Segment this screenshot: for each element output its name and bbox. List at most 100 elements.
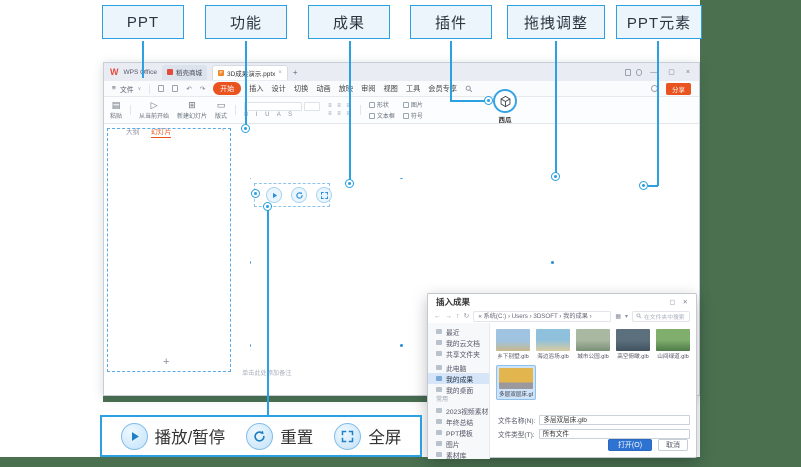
sidebar-item-recent[interactable]: 最近 <box>428 326 489 337</box>
textbox-icon <box>369 113 375 119</box>
file-item[interactable]: 乡下别墅.glb <box>496 329 530 360</box>
plugin-button[interactable] <box>493 89 517 113</box>
file-item[interactable]: 高空俯瞰.glb <box>616 329 650 360</box>
filename-input[interactable]: 多层双层床.glb <box>539 415 690 425</box>
refresh-icon[interactable]: ↻ <box>464 312 470 320</box>
menu-tab-view[interactable]: 视图 <box>383 84 397 94</box>
picture-button[interactable]: 图片 <box>403 100 423 109</box>
back-icon[interactable]: ← <box>434 313 441 320</box>
maximize-button[interactable]: ▢ <box>665 68 678 76</box>
folder-icon <box>436 408 442 413</box>
sidebar-item-summary[interactable]: 年终总结 <box>428 416 489 427</box>
undo-icon[interactable]: ↶ <box>186 85 191 93</box>
menu-tab-slideshow[interactable]: 放映 <box>339 84 353 94</box>
file-item[interactable]: 城市公园.glb <box>576 329 610 360</box>
menu-tab-tools[interactable]: 工具 <box>406 84 420 94</box>
forward-icon[interactable]: → <box>445 313 452 320</box>
dialog-search-box[interactable]: 在文件夹中搜索 <box>632 311 690 322</box>
redo-icon[interactable]: ↷ <box>200 85 205 93</box>
callout-plugin-label: 插件 <box>435 12 467 33</box>
tab-store[interactable]: 稻壳商城 <box>162 65 207 80</box>
print-icon[interactable] <box>172 85 178 92</box>
store-tab-label: 稻壳商城 <box>176 67 202 77</box>
menu-tab-home[interactable]: 开始 <box>213 82 241 95</box>
file-menu[interactable]: 文件 <box>120 84 134 94</box>
share-button[interactable]: 分享 <box>666 83 691 95</box>
breadcrumb[interactable]: « 系统(C:) › Users › 3DSOFT › 我的成果 › <box>473 311 611 322</box>
layout-button[interactable]: ▭ 版式 <box>215 100 227 120</box>
paste-button[interactable]: ▤ 粘贴 <box>110 100 122 120</box>
sidebar-item-assets[interactable]: 素材库 <box>428 449 489 459</box>
callout-drag: 拖拽调整 <box>507 5 605 39</box>
fullscreen-button[interactable] <box>316 187 332 203</box>
play-icon <box>270 191 279 200</box>
folder-icon <box>436 441 442 446</box>
play-from-current-button[interactable]: ▷ 从当前开始 <box>139 100 169 120</box>
file-item-selected[interactable]: 多层双层床.glb <box>496 365 536 400</box>
view-mode-icon[interactable]: ▦ <box>615 313 621 320</box>
sidebar-item-desktop[interactable]: 我的桌面 <box>428 384 489 395</box>
new-tab-button[interactable]: + <box>293 68 298 77</box>
filetype-dropdown[interactable]: 所有文件 <box>539 429 690 439</box>
file-thumbnail <box>536 329 570 351</box>
sidebar-item-my-results[interactable]: 我的成果 <box>428 373 489 384</box>
callout-plugin: 插件 <box>410 5 492 39</box>
filetype-label: 文件类型(T): <box>498 429 535 439</box>
wps-logo: W <box>110 67 119 77</box>
view-caret-icon[interactable]: ▾ <box>625 313 628 320</box>
sidebar-item-templates[interactable]: PPT模板 <box>428 427 489 438</box>
menu-tab-animation[interactable]: 动画 <box>316 84 330 94</box>
dialog-maximize-icon[interactable]: ▢ <box>669 298 675 306</box>
folder-icon <box>436 452 442 457</box>
dialog-toolbar: ← → ↑ ↻ « 系统(C:) › Users › 3DSOFT › 我的成果… <box>428 309 696 323</box>
textbox-button[interactable]: 文本框 <box>369 111 395 120</box>
file-item[interactable]: 山间绿道.glb <box>656 329 690 360</box>
cancel-button[interactable]: 取消 <box>658 439 688 451</box>
tab-close-icon[interactable]: × <box>278 70 282 76</box>
marker-controls <box>251 189 260 198</box>
menu-tab-member[interactable]: 会员专享 <box>428 84 457 94</box>
sidebar-item-pictures[interactable]: 图片 <box>428 438 489 449</box>
play-pause-button[interactable] <box>266 187 282 203</box>
sidebar-item-shared[interactable]: 共享文件夹 <box>428 348 489 359</box>
attachment-icon[interactable] <box>636 69 642 76</box>
shape-button[interactable]: 形状 <box>369 100 395 109</box>
callout-drag-label: 拖拽调整 <box>524 12 588 33</box>
sidebar-item-pc[interactable]: 此电脑 <box>428 362 489 373</box>
file-item[interactable]: 海边浴场.glb <box>536 329 570 360</box>
search-icon[interactable] <box>465 85 473 93</box>
font-size-dropdown[interactable] <box>304 102 320 111</box>
font-name-dropdown[interactable] <box>244 102 302 111</box>
marker-plugin <box>484 96 493 105</box>
sidebar-item-cloud[interactable]: 我的云文档 <box>428 337 489 348</box>
open-button[interactable]: 打开(O) <box>608 439 652 451</box>
new-slide-icon: ⊞ <box>188 100 196 110</box>
connector-plugin-v <box>450 41 452 101</box>
hamburger-icon[interactable]: ≡ <box>112 85 116 92</box>
callout-ppt-element: PPT元素 <box>616 5 702 39</box>
reset-button[interactable] <box>291 187 307 203</box>
tab-document[interactable]: P 3D成果演示.pptx × <box>212 65 288 80</box>
up-icon[interactable]: ↑ <box>456 313 460 320</box>
store-tab-icon <box>167 69 173 75</box>
save-icon[interactable] <box>158 85 164 92</box>
add-slide-button[interactable]: + <box>163 356 169 368</box>
menu-tab-transition[interactable]: 切换 <box>294 84 308 94</box>
dialog-close-icon[interactable]: ✕ <box>683 298 688 306</box>
doc-status-icon[interactable] <box>625 69 631 76</box>
menu-tab-review[interactable]: 审阅 <box>361 84 375 94</box>
callout-ppt-label: PPT <box>127 14 159 31</box>
font-group: B I U A S <box>244 102 320 118</box>
symbol-button[interactable]: 符号 <box>403 111 423 120</box>
new-slide-button[interactable]: ⊞ 新建幻灯片 <box>177 100 207 120</box>
close-button[interactable]: × <box>683 69 693 76</box>
sidebar-item-videos[interactable]: 2023视频素材 <box>428 405 489 416</box>
marker-function <box>241 124 250 133</box>
font-style-buttons[interactable]: B I U A S <box>244 112 295 118</box>
symbol-icon <box>403 113 409 119</box>
marker-legend-line <box>263 202 272 211</box>
folder-icon <box>436 329 442 334</box>
menu-tab-insert[interactable]: 插入 <box>249 84 263 94</box>
menu-tab-design[interactable]: 设计 <box>272 84 286 94</box>
connector-ppt-element-v <box>657 41 659 186</box>
